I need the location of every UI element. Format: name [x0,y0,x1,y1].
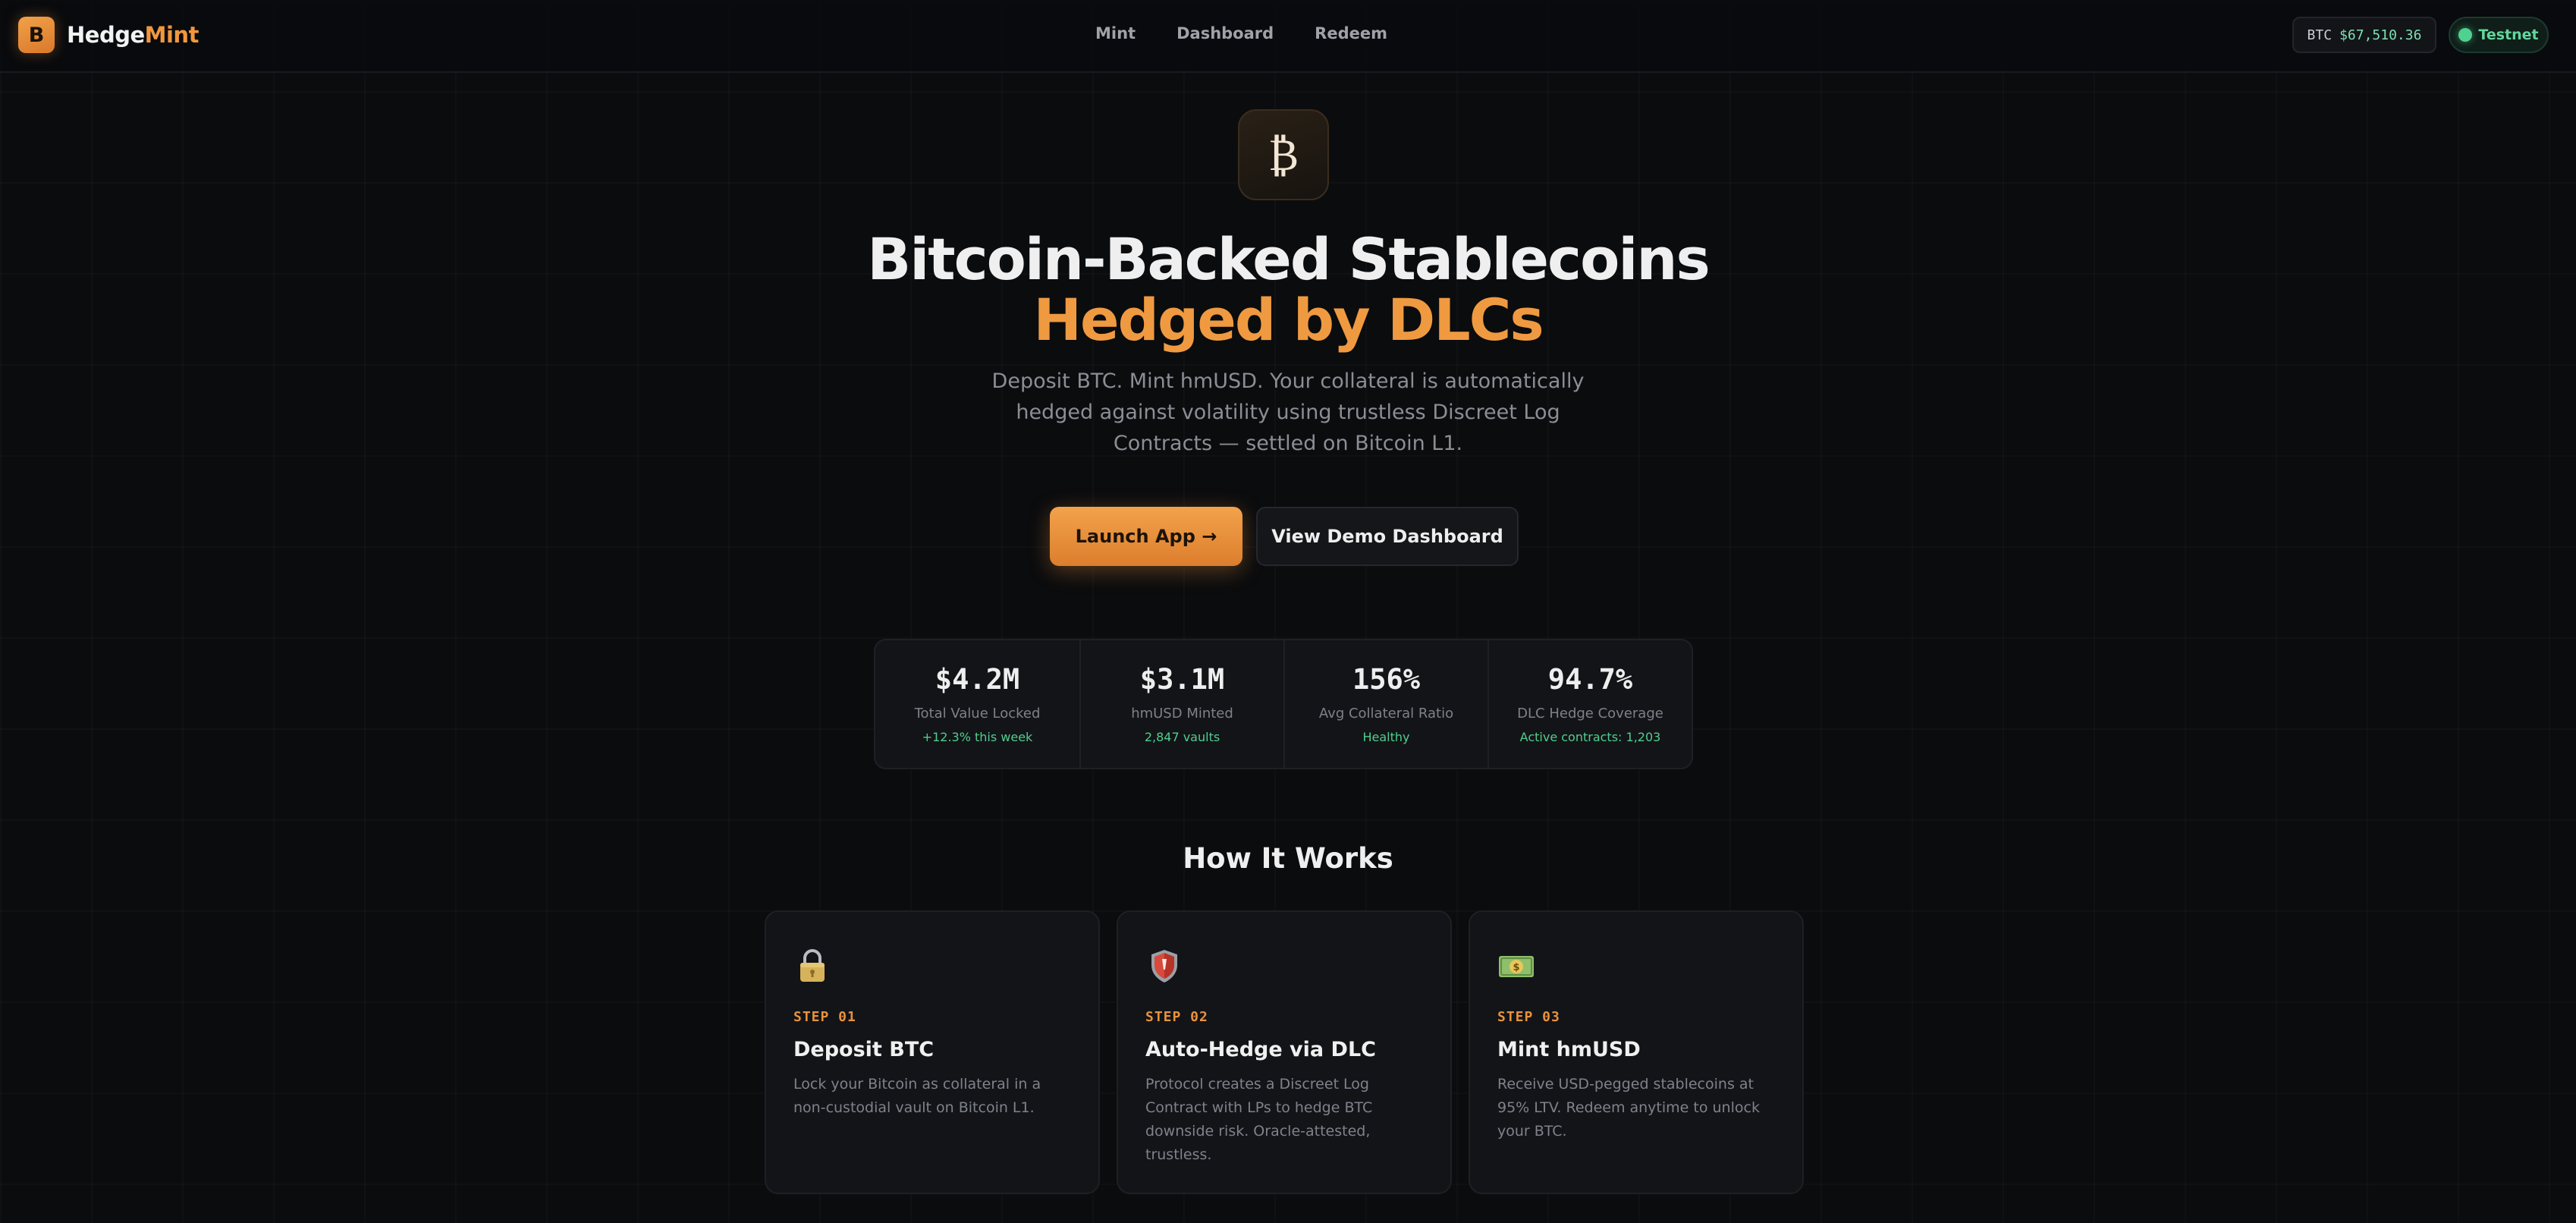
brand-name: HedgeMint [67,22,199,48]
stat-value: $3.1M [1139,663,1225,696]
nav-link-mint[interactable]: Mint [1095,24,1136,42]
nav-link-dashboard[interactable]: Dashboard [1176,24,1274,42]
step-card-deposit: STEP 01 Deposit BTC Lock your Bitcoin as… [765,910,1100,1194]
stat-note: +12.3% this week [922,730,1033,744]
brand-logo-link[interactable]: B HedgeMint [18,17,199,53]
stat-label: Avg Collateral Ratio [1318,706,1454,722]
bitcoin-hero-icon: ₿ [1238,109,1329,200]
step-card-hedge: STEP 02 Auto-Hedge via DLC Protocol crea… [1117,910,1452,1194]
step-number: STEP 01 [793,1009,856,1025]
nav-link-redeem[interactable]: Redeem [1315,24,1387,42]
nav-links: Mint Dashboard Redeem [1095,24,1387,42]
step-number: STEP 03 [1497,1009,1560,1025]
stat-value: 156% [1352,663,1421,696]
stats-panel: $4.2M Total Value Locked +12.3% this wee… [874,639,1693,769]
brand-name-part2: Mint [144,22,199,48]
stat-hedge-coverage: 94.7% DLC Hedge Coverage Active contract… [1487,640,1692,768]
price-value: $67,510.36 [2339,27,2422,43]
svg-text:$: $ [1513,962,1519,973]
hero-subtitle: Deposit BTC. Mint hmUSD. Your collateral… [991,369,1585,455]
stat-value: 94.7% [1547,663,1633,696]
stat-note: Healthy [1362,730,1410,744]
step-number: STEP 02 [1145,1009,1208,1025]
dollar-banknote-icon: $ [1499,956,1534,977]
stat-minted: $3.1M hmUSD Minted 2,847 vaults [1079,640,1283,768]
shield-icon [1151,950,1177,982]
stat-label: Total Value Locked [914,706,1041,722]
network-badge[interactable]: Testnet [2449,17,2549,53]
status-dot-icon [2458,28,2473,42]
stat-tvl: $4.2M Total Value Locked +12.3% this wee… [875,640,1079,768]
step-card-mint: $ STEP 03 Mint hmUSD Receive USD-pegged … [1469,910,1804,1194]
step-title: Auto-Hedge via DLC [1145,1038,1376,1061]
top-navbar: B HedgeMint Mint Dashboard Redeem BTC $6… [0,0,2576,73]
btc-price-ticker: BTC $67,510.36 [2292,17,2436,53]
launch-app-button[interactable]: Launch App → [1050,507,1242,566]
brand-name-part1: Hedge [67,22,145,48]
step-description: Lock your Bitcoin as collateral in a non… [793,1076,1041,1116]
step-title: Deposit BTC [793,1038,935,1061]
step-description: Receive USD-pegged stablecoins at 95% LT… [1497,1076,1760,1140]
stat-note: Active contracts: 1,203 [1519,730,1661,744]
stat-collateral-ratio: 156% Avg Collateral Ratio Healthy [1283,640,1487,768]
stat-label: DLC Hedge Coverage [1517,706,1663,722]
how-it-works-title: How It Works [1183,842,1393,875]
hero-title-line2: Hedged by DLCs [1033,286,1544,354]
stat-value: $4.2M [935,663,1020,696]
bitcoin-logo-icon: B [18,17,55,53]
hero-title-line1: Bitcoin-Backed Stablecoins [867,225,1710,293]
stat-label: hmUSD Minted [1131,706,1233,722]
view-demo-dashboard-button[interactable]: View Demo Dashboard [1256,507,1519,566]
step-title: Mint hmUSD [1497,1038,1641,1061]
network-label: Testnet [2478,27,2539,43]
stat-note: 2,847 vaults [1144,730,1220,744]
step-description: Protocol creates a Discreet Log Contract… [1145,1076,1373,1163]
padlock-icon [800,949,825,982]
price-symbol: BTC [2307,27,2333,43]
